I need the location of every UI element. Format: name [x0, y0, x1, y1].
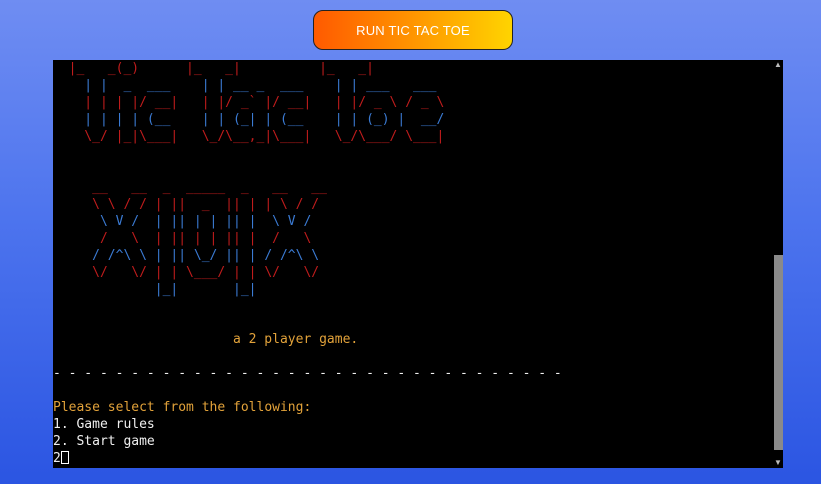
- menu-option-start-game: 2. Start game: [53, 434, 155, 449]
- text-cursor: [60, 451, 69, 464]
- tagline-text: a 2 player game.: [233, 332, 359, 347]
- banner_xmox-line: |_| |_|: [53, 282, 257, 297]
- menu-option-game-rules: 1. Game rules: [53, 417, 155, 432]
- banner_xmox-line: / \ | || | | || | / \: [53, 231, 312, 246]
- terminal-input-value: 2: [53, 451, 61, 466]
- banner_xmox-line: / /^\ \ | || \_/ || | / /^\ \: [53, 248, 320, 263]
- terminal-output: |_ _(_) |_ _| |_ _| | | _ ___ | | __ _ _…: [53, 60, 773, 468]
- banner_tictactoe-line: | | | |/ __| | |/ _` |/ __| | |/ _ \ / _…: [53, 95, 445, 110]
- banner_tictactoe-line: | | | | (__ | | (_| | (__ | | (_) | __/: [53, 112, 445, 127]
- terminal-scrollbar[interactable]: ▲ ▼: [773, 60, 783, 468]
- banner_tictactoe-line: \_/ |_|\___| \_/\__,_|\___| \_/\___/ \__…: [53, 129, 445, 144]
- divider-line: - - - - - - - - - - - - - - - - - - - - …: [53, 366, 562, 381]
- terminal-input-line[interactable]: 2: [53, 450, 69, 467]
- menu-prompt: Please select from the following:: [53, 400, 312, 415]
- banner_xmox-line: \ V / | || | | || | \ V /: [53, 214, 312, 229]
- banner_tictactoe-line: |_ _(_) |_ _| |_ _|: [53, 61, 374, 76]
- banner_xmox-line: \ \ / / | || _ || | | \ / /: [53, 197, 320, 212]
- terminal-window[interactable]: |_ _(_) |_ _| |_ _| | | _ ___ | | __ _ _…: [53, 60, 783, 468]
- banner_xmox-line: \/ \/ | | \___/ | | \/ \/: [53, 265, 320, 280]
- run-tic-tac-toe-button[interactable]: RUN TIC TAC TOE: [313, 10, 513, 50]
- scroll-up-arrow-icon[interactable]: ▲: [773, 60, 783, 70]
- banner_xmox-line: __ __ _ _____ _ __ __: [53, 180, 327, 195]
- banner_tictactoe-line: | | _ ___ | | __ _ ___ | | ___ ___: [53, 78, 437, 93]
- scrollbar-thumb[interactable]: [774, 255, 783, 450]
- scroll-down-arrow-icon[interactable]: ▼: [773, 458, 783, 468]
